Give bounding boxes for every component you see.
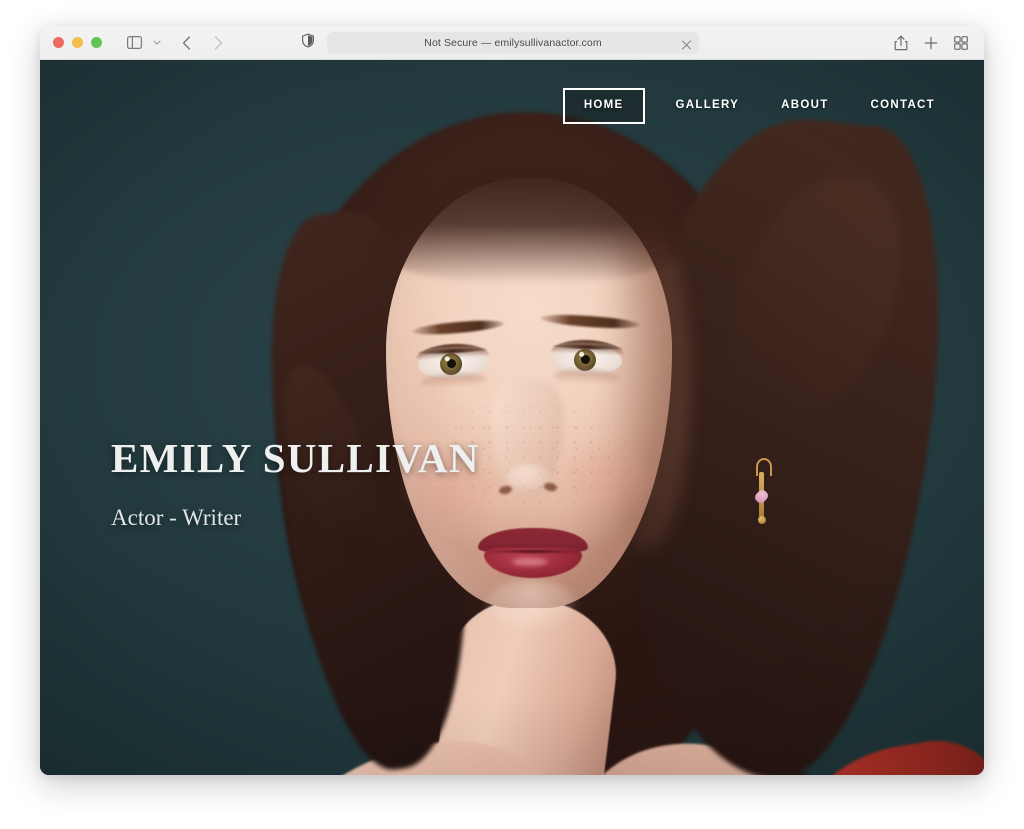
back-button[interactable] <box>174 32 198 54</box>
hero-portrait-image <box>40 60 984 775</box>
hero-copy: EMILY SULLIVAN Actor - Writer <box>111 435 480 530</box>
nav-item-home[interactable]: HOME <box>562 88 645 124</box>
right-eye <box>550 338 625 386</box>
nav-item-about[interactable]: ABOUT <box>760 99 849 112</box>
address-bar[interactable]: Not Secure — emilysullivanactor.com <box>327 32 699 54</box>
new-tab-icon[interactable] <box>922 32 940 54</box>
window-controls <box>53 37 102 48</box>
privacy-shield-icon[interactable] <box>302 33 314 52</box>
minimize-window-button[interactable] <box>72 37 83 48</box>
browser-window: Not Secure — emilysullivanactor.com HOME… <box>40 26 984 775</box>
hero-section: HOME GALLERY ABOUT CONTACT EMILY SULLIVA… <box>40 60 984 775</box>
sidebar-toggle-icon[interactable] <box>122 32 146 54</box>
screenshot-root: Not Secure — emilysullivanactor.com HOME… <box>0 0 1024 829</box>
browser-toolbar: Not Secure — emilysullivanactor.com <box>40 26 984 60</box>
chevron-down-icon[interactable] <box>150 40 164 45</box>
tab-overview-icon[interactable] <box>952 32 970 54</box>
close-window-button[interactable] <box>53 37 64 48</box>
site-navigation: HOME GALLERY ABOUT CONTACT <box>562 88 956 124</box>
page-viewport: HOME GALLERY ABOUT CONTACT EMILY SULLIVA… <box>40 60 984 775</box>
forward-button[interactable] <box>206 32 230 54</box>
address-text: Not Secure — emilysullivanactor.com <box>424 37 602 49</box>
toolbar-right-group <box>892 26 970 60</box>
earring <box>753 458 772 530</box>
nav-item-contact[interactable]: CONTACT <box>850 99 956 112</box>
navigation-arrows <box>174 32 230 54</box>
close-icon[interactable] <box>681 38 692 50</box>
page-title: EMILY SULLIVAN <box>111 435 480 481</box>
share-icon[interactable] <box>892 32 910 54</box>
maximize-window-button[interactable] <box>91 37 102 48</box>
hero-subtitle: Actor - Writer <box>111 505 242 530</box>
lips <box>478 528 588 580</box>
nav-item-gallery[interactable]: GALLERY <box>655 99 761 112</box>
toolbar-left-group <box>122 32 164 54</box>
left-eye <box>415 342 490 390</box>
